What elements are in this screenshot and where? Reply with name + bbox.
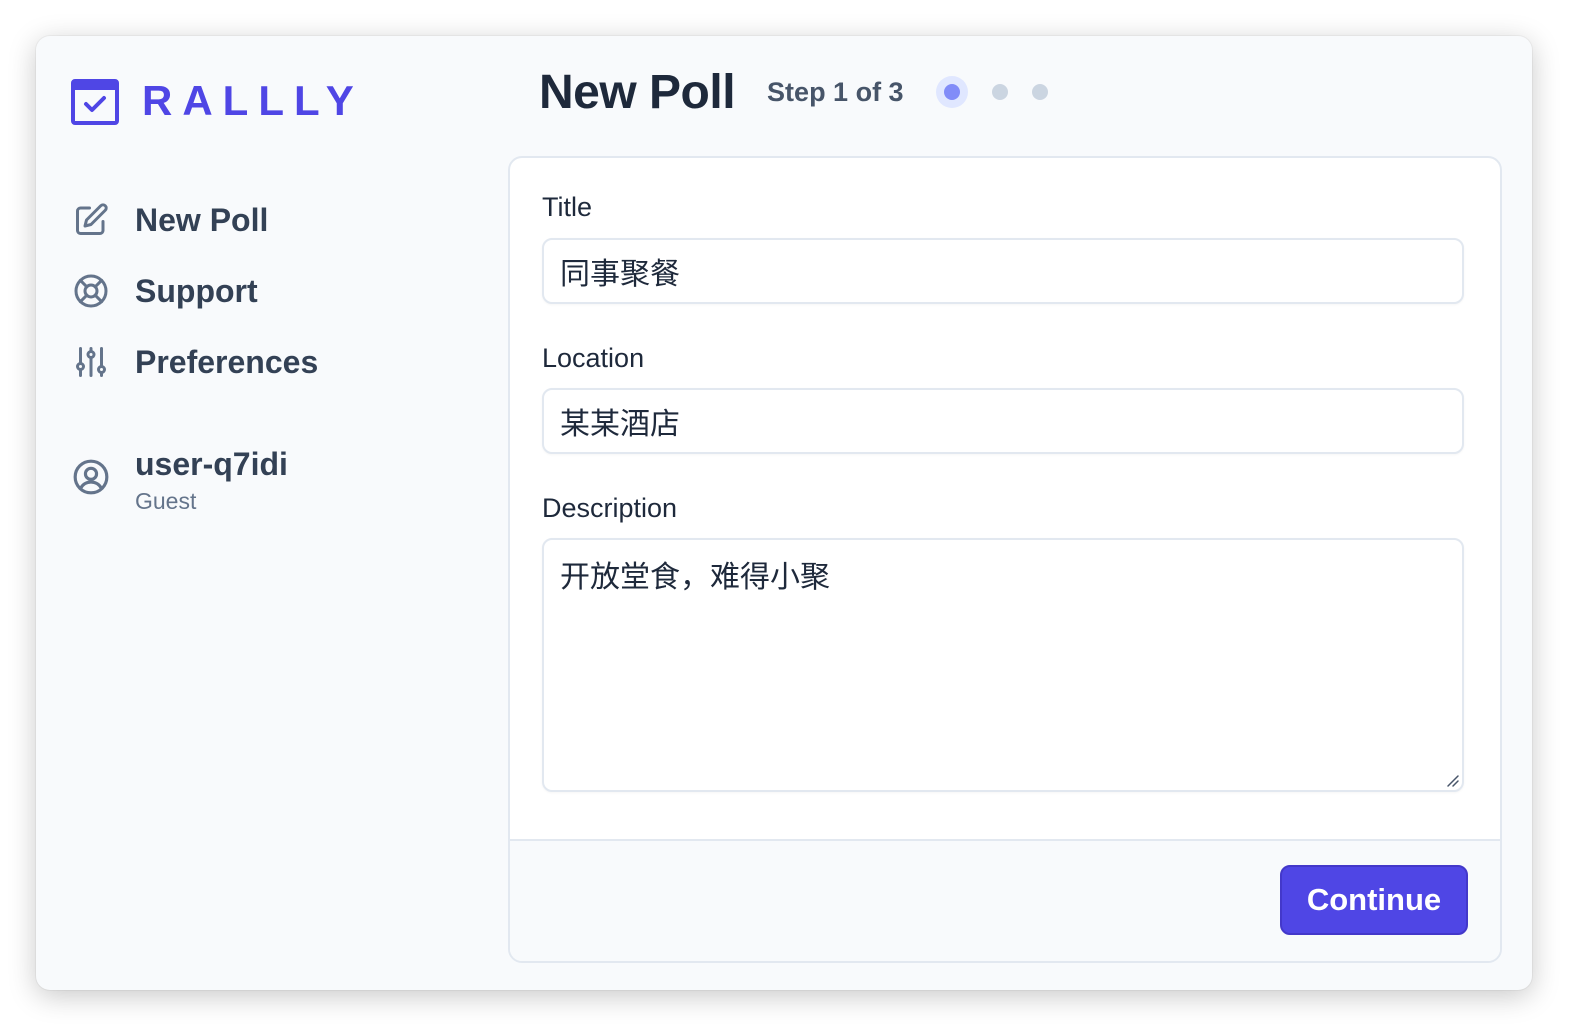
page-header: New Poll Step 1 of 3 — [539, 62, 1072, 122]
description-textarea[interactable]: 开放堂食，难得小聚 — [542, 538, 1464, 792]
app-window: RALLLY New Poll Support Preferences user… — [36, 36, 1532, 990]
user-circle-icon — [72, 458, 110, 496]
description-label: Description — [542, 493, 678, 523]
sidebar-item-label: New Poll — [135, 201, 269, 238]
poll-form-card: Title 同事聚餐 Location 某某酒店 Description 开放堂… — [508, 156, 1502, 963]
user-name: user-q7idi — [135, 446, 288, 482]
sidebar-item-new-poll[interactable]: New Poll — [72, 196, 318, 244]
user-profile[interactable]: user-q7idi Guest — [72, 444, 288, 516]
sidebar-item-label: Preferences — [135, 343, 319, 380]
description-text: 开放堂食，难得小聚 — [560, 561, 830, 594]
sidebar-item-support[interactable]: Support — [72, 267, 318, 315]
page-title: New Poll — [539, 65, 736, 119]
user-role: Guest — [135, 488, 197, 514]
step-dot-2 — [991, 84, 1008, 100]
sliders-icon — [72, 343, 110, 381]
step-dots — [936, 84, 1072, 100]
life-ring-icon — [72, 272, 110, 310]
resize-handle-icon[interactable] — [1444, 772, 1460, 788]
calendar-check-icon — [71, 79, 119, 125]
logo-text: RALLLY — [142, 77, 364, 124]
step-indicator-text: Step 1 of 3 — [767, 76, 904, 107]
location-input[interactable]: 某某酒店 — [542, 388, 1464, 454]
step-dot-3 — [1031, 84, 1048, 100]
sidebar-item-preferences[interactable]: Preferences — [72, 338, 318, 386]
location-label: Location — [542, 343, 645, 373]
card-footer: Continue — [510, 839, 1500, 961]
step-dot-1 — [943, 84, 960, 100]
title-input[interactable]: 同事聚餐 — [542, 238, 1464, 304]
sidebar-item-label: Support — [135, 272, 258, 309]
sidebar-nav: New Poll Support Preferences — [72, 196, 318, 409]
continue-button[interactable]: Continue — [1280, 865, 1468, 935]
logo[interactable]: RALLLY — [70, 76, 364, 126]
pencil-square-icon — [72, 201, 110, 239]
title-label: Title — [542, 192, 593, 222]
